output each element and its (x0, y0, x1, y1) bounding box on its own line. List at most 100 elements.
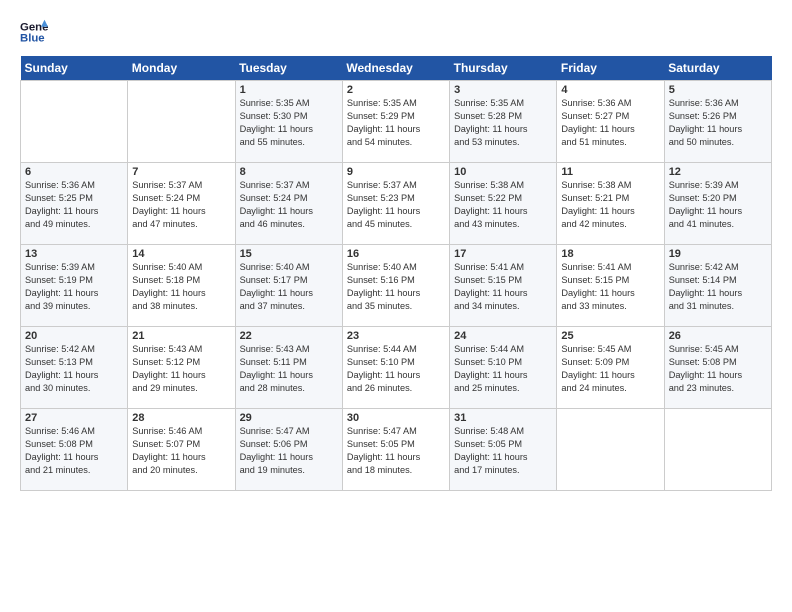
calendar-cell: 10Sunrise: 5:38 AM Sunset: 5:22 PM Dayli… (450, 163, 557, 245)
calendar-cell: 26Sunrise: 5:45 AM Sunset: 5:08 PM Dayli… (664, 327, 771, 409)
day-info: Sunrise: 5:47 AM Sunset: 5:06 PM Dayligh… (240, 425, 338, 477)
day-info: Sunrise: 5:40 AM Sunset: 5:16 PM Dayligh… (347, 261, 445, 313)
calendar-cell: 27Sunrise: 5:46 AM Sunset: 5:08 PM Dayli… (21, 409, 128, 491)
day-info: Sunrise: 5:44 AM Sunset: 5:10 PM Dayligh… (454, 343, 552, 395)
day-info: Sunrise: 5:36 AM Sunset: 5:25 PM Dayligh… (25, 179, 123, 231)
day-number: 24 (454, 330, 552, 342)
page-header: General Blue (20, 18, 772, 46)
calendar-cell: 5Sunrise: 5:36 AM Sunset: 5:26 PM Daylig… (664, 81, 771, 163)
weekday-header-tuesday: Tuesday (235, 56, 342, 81)
day-info: Sunrise: 5:39 AM Sunset: 5:20 PM Dayligh… (669, 179, 767, 231)
calendar-cell: 14Sunrise: 5:40 AM Sunset: 5:18 PM Dayli… (128, 245, 235, 327)
day-info: Sunrise: 5:42 AM Sunset: 5:13 PM Dayligh… (25, 343, 123, 395)
day-info: Sunrise: 5:43 AM Sunset: 5:11 PM Dayligh… (240, 343, 338, 395)
calendar-cell: 16Sunrise: 5:40 AM Sunset: 5:16 PM Dayli… (342, 245, 449, 327)
calendar-cell: 21Sunrise: 5:43 AM Sunset: 5:12 PM Dayli… (128, 327, 235, 409)
day-number: 14 (132, 248, 230, 260)
day-info: Sunrise: 5:35 AM Sunset: 5:30 PM Dayligh… (240, 97, 338, 149)
weekday-header-saturday: Saturday (664, 56, 771, 81)
weekday-header-row: SundayMondayTuesdayWednesdayThursdayFrid… (21, 56, 772, 81)
day-info: Sunrise: 5:35 AM Sunset: 5:29 PM Dayligh… (347, 97, 445, 149)
calendar-week-3: 13Sunrise: 5:39 AM Sunset: 5:19 PM Dayli… (21, 245, 772, 327)
day-info: Sunrise: 5:38 AM Sunset: 5:21 PM Dayligh… (561, 179, 659, 231)
calendar-cell: 1Sunrise: 5:35 AM Sunset: 5:30 PM Daylig… (235, 81, 342, 163)
calendar-table: SundayMondayTuesdayWednesdayThursdayFrid… (20, 56, 772, 491)
day-info: Sunrise: 5:40 AM Sunset: 5:17 PM Dayligh… (240, 261, 338, 313)
day-number: 2 (347, 84, 445, 96)
calendar-cell (557, 409, 664, 491)
day-number: 19 (669, 248, 767, 260)
day-number: 6 (25, 166, 123, 178)
calendar-cell: 24Sunrise: 5:44 AM Sunset: 5:10 PM Dayli… (450, 327, 557, 409)
day-info: Sunrise: 5:35 AM Sunset: 5:28 PM Dayligh… (454, 97, 552, 149)
calendar-cell: 2Sunrise: 5:35 AM Sunset: 5:29 PM Daylig… (342, 81, 449, 163)
calendar-cell: 29Sunrise: 5:47 AM Sunset: 5:06 PM Dayli… (235, 409, 342, 491)
day-info: Sunrise: 5:40 AM Sunset: 5:18 PM Dayligh… (132, 261, 230, 313)
svg-text:Blue: Blue (20, 33, 45, 45)
calendar-cell: 4Sunrise: 5:36 AM Sunset: 5:27 PM Daylig… (557, 81, 664, 163)
calendar-cell (128, 81, 235, 163)
day-info: Sunrise: 5:37 AM Sunset: 5:24 PM Dayligh… (240, 179, 338, 231)
day-info: Sunrise: 5:37 AM Sunset: 5:23 PM Dayligh… (347, 179, 445, 231)
day-number: 30 (347, 412, 445, 424)
day-info: Sunrise: 5:42 AM Sunset: 5:14 PM Dayligh… (669, 261, 767, 313)
day-number: 4 (561, 84, 659, 96)
day-info: Sunrise: 5:41 AM Sunset: 5:15 PM Dayligh… (454, 261, 552, 313)
day-info: Sunrise: 5:39 AM Sunset: 5:19 PM Dayligh… (25, 261, 123, 313)
weekday-header-monday: Monday (128, 56, 235, 81)
day-number: 23 (347, 330, 445, 342)
weekday-header-wednesday: Wednesday (342, 56, 449, 81)
day-info: Sunrise: 5:47 AM Sunset: 5:05 PM Dayligh… (347, 425, 445, 477)
day-number: 31 (454, 412, 552, 424)
calendar-cell: 28Sunrise: 5:46 AM Sunset: 5:07 PM Dayli… (128, 409, 235, 491)
day-info: Sunrise: 5:38 AM Sunset: 5:22 PM Dayligh… (454, 179, 552, 231)
day-number: 8 (240, 166, 338, 178)
day-info: Sunrise: 5:48 AM Sunset: 5:05 PM Dayligh… (454, 425, 552, 477)
calendar-week-2: 6Sunrise: 5:36 AM Sunset: 5:25 PM Daylig… (21, 163, 772, 245)
day-number: 22 (240, 330, 338, 342)
calendar-week-4: 20Sunrise: 5:42 AM Sunset: 5:13 PM Dayli… (21, 327, 772, 409)
day-number: 28 (132, 412, 230, 424)
day-number: 1 (240, 84, 338, 96)
day-info: Sunrise: 5:36 AM Sunset: 5:26 PM Dayligh… (669, 97, 767, 149)
day-number: 16 (347, 248, 445, 260)
weekday-header-thursday: Thursday (450, 56, 557, 81)
day-number: 27 (25, 412, 123, 424)
day-number: 29 (240, 412, 338, 424)
calendar-cell: 22Sunrise: 5:43 AM Sunset: 5:11 PM Dayli… (235, 327, 342, 409)
calendar-cell: 13Sunrise: 5:39 AM Sunset: 5:19 PM Dayli… (21, 245, 128, 327)
weekday-header-sunday: Sunday (21, 56, 128, 81)
calendar-cell: 20Sunrise: 5:42 AM Sunset: 5:13 PM Dayli… (21, 327, 128, 409)
day-number: 26 (669, 330, 767, 342)
day-number: 12 (669, 166, 767, 178)
day-number: 13 (25, 248, 123, 260)
day-info: Sunrise: 5:37 AM Sunset: 5:24 PM Dayligh… (132, 179, 230, 231)
day-number: 10 (454, 166, 552, 178)
day-info: Sunrise: 5:36 AM Sunset: 5:27 PM Dayligh… (561, 97, 659, 149)
day-info: Sunrise: 5:44 AM Sunset: 5:10 PM Dayligh… (347, 343, 445, 395)
day-number: 5 (669, 84, 767, 96)
calendar-week-5: 27Sunrise: 5:46 AM Sunset: 5:08 PM Dayli… (21, 409, 772, 491)
day-info: Sunrise: 5:45 AM Sunset: 5:08 PM Dayligh… (669, 343, 767, 395)
day-number: 25 (561, 330, 659, 342)
calendar-week-1: 1Sunrise: 5:35 AM Sunset: 5:30 PM Daylig… (21, 81, 772, 163)
weekday-header-friday: Friday (557, 56, 664, 81)
day-number: 7 (132, 166, 230, 178)
day-number: 17 (454, 248, 552, 260)
calendar-cell: 17Sunrise: 5:41 AM Sunset: 5:15 PM Dayli… (450, 245, 557, 327)
day-info: Sunrise: 5:45 AM Sunset: 5:09 PM Dayligh… (561, 343, 659, 395)
calendar-cell (664, 409, 771, 491)
calendar-cell: 12Sunrise: 5:39 AM Sunset: 5:20 PM Dayli… (664, 163, 771, 245)
day-number: 21 (132, 330, 230, 342)
day-info: Sunrise: 5:41 AM Sunset: 5:15 PM Dayligh… (561, 261, 659, 313)
calendar-cell: 15Sunrise: 5:40 AM Sunset: 5:17 PM Dayli… (235, 245, 342, 327)
calendar-cell: 9Sunrise: 5:37 AM Sunset: 5:23 PM Daylig… (342, 163, 449, 245)
calendar-cell: 8Sunrise: 5:37 AM Sunset: 5:24 PM Daylig… (235, 163, 342, 245)
calendar-cell: 7Sunrise: 5:37 AM Sunset: 5:24 PM Daylig… (128, 163, 235, 245)
calendar-cell: 25Sunrise: 5:45 AM Sunset: 5:09 PM Dayli… (557, 327, 664, 409)
day-number: 11 (561, 166, 659, 178)
calendar-cell (21, 81, 128, 163)
day-number: 20 (25, 330, 123, 342)
page-container: General Blue SundayMondayTuesdayWednesda… (0, 0, 792, 501)
calendar-cell: 6Sunrise: 5:36 AM Sunset: 5:25 PM Daylig… (21, 163, 128, 245)
